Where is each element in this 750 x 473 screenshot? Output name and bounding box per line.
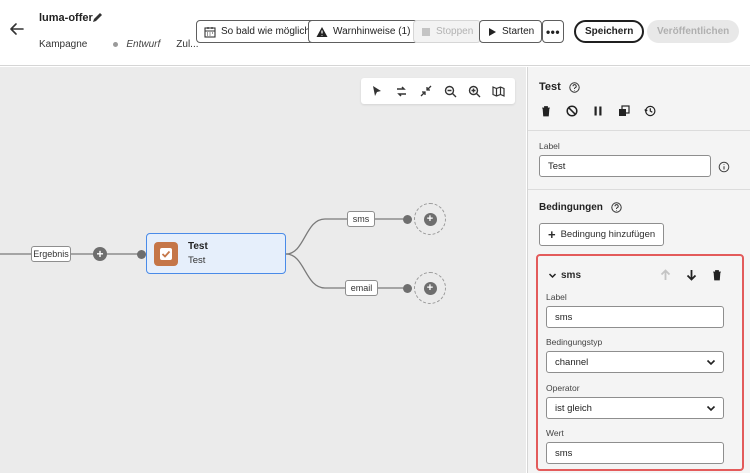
test-activity-node[interactable]: Test Test [146, 233, 286, 274]
add-activity-placeholder-sms[interactable]: + [414, 203, 446, 235]
pencil-icon[interactable] [91, 11, 104, 24]
operator-select[interactable]: ist gleich [546, 397, 724, 419]
chevron-down-icon [706, 359, 716, 366]
campaign-title: luma-offer [39, 12, 93, 24]
add-condition-label: Bedingung hinzufügen [560, 229, 656, 240]
campaign-meta-more: Zul... [176, 39, 199, 50]
campaign-meta: Kampagne Entwurf Zul... [39, 39, 199, 50]
start-button[interactable]: Starten [479, 20, 543, 43]
condition-actions [658, 268, 736, 282]
operator-caption: Operator [546, 383, 580, 393]
warnings-button[interactable]: Warnhinweise (1) [308, 20, 419, 43]
plus-icon: + [548, 227, 556, 242]
node-title: Test [188, 241, 208, 252]
condition-label-value: sms [555, 311, 573, 323]
branch-label-sms[interactable]: sms [347, 211, 375, 227]
workflow-canvas[interactable]: Ergebnis + Test Test sms email + + [0, 67, 526, 473]
checkbox-activity-icon [154, 241, 178, 266]
stop-button-label: Stoppen [436, 26, 474, 37]
condition-type-caption: Bedingungstyp [546, 337, 603, 347]
label-input[interactable]: Test [539, 155, 711, 177]
label-caption: Label [539, 141, 560, 151]
panel-title-text: Test [539, 81, 561, 93]
publish-button-label: Veröffentlichen [657, 26, 730, 37]
stop-icon [422, 27, 430, 36]
status-dot-icon [113, 42, 119, 47]
help-icon[interactable] [569, 81, 580, 93]
conditions-title-text: Bedingungen [539, 202, 603, 213]
publish-button[interactable]: Veröffentlichen [647, 20, 740, 43]
add-activity-placeholder-email[interactable]: + [414, 272, 446, 304]
panel-actions [539, 104, 669, 118]
duplicate-icon[interactable] [617, 104, 631, 118]
divider [528, 189, 750, 190]
back-arrow-icon[interactable] [8, 20, 26, 38]
play-icon [489, 27, 496, 36]
node-subtitle: Test [188, 255, 206, 266]
operator-value: ist gleich [555, 402, 592, 414]
warning-icon [316, 26, 328, 37]
top-header: luma-offer Kampagne Entwurf Zul... So ba… [0, 0, 750, 66]
start-button-label: Starten [502, 26, 535, 37]
stop-button[interactable]: Stoppen [413, 20, 482, 43]
condition-type-select[interactable]: channel [546, 351, 724, 373]
condition-card-sms: sms Label sms Bedingungstyp channel Oper… [536, 254, 744, 471]
condition-type-value: channel [555, 356, 589, 368]
conditions-title: Bedingungen [539, 202, 622, 213]
chevron-down-icon [548, 273, 557, 279]
help-icon[interactable] [611, 202, 622, 213]
ellipsis-icon: ••• [545, 24, 561, 39]
connector-arrow-icon [137, 250, 146, 259]
properties-panel: Test Label Test Bedingungen + Bedingung … [527, 67, 750, 473]
calendar-icon [204, 26, 216, 38]
save-button-label: Speichern [585, 26, 634, 37]
condition-label-caption: Label [546, 292, 567, 302]
warnings-button-label: Warnhinweise (1) [333, 26, 411, 37]
value-caption: Wert [546, 428, 564, 438]
trash-icon[interactable] [710, 268, 724, 282]
connector-arrow-icon [403, 284, 412, 293]
add-activity-plus-icon[interactable]: + [93, 247, 107, 261]
info-icon[interactable] [718, 161, 730, 173]
plus-icon: + [423, 212, 437, 226]
history-icon[interactable] [643, 104, 657, 118]
divider [528, 130, 750, 131]
plus-icon: + [423, 281, 437, 295]
more-options-button[interactable]: ••• [542, 20, 564, 43]
pause-icon[interactable] [591, 104, 605, 118]
condition-label-input[interactable]: sms [546, 306, 724, 328]
trash-icon[interactable] [539, 104, 553, 118]
campaign-status: Entwurf [126, 39, 161, 50]
condition-header[interactable]: sms [548, 270, 581, 281]
move-up-icon[interactable] [658, 268, 672, 282]
branch-label-email[interactable]: email [345, 280, 378, 296]
move-down-icon[interactable] [684, 268, 698, 282]
disable-icon[interactable] [565, 104, 579, 118]
condition-name: sms [561, 270, 582, 281]
campaign-type: Kampagne [39, 39, 88, 50]
panel-title: Test [539, 81, 580, 93]
label-input-value: Test [548, 160, 566, 172]
value-input[interactable]: sms [546, 442, 724, 464]
connector-arrow-icon [403, 215, 412, 224]
schedule-button[interactable]: So bald wie möglich [196, 20, 318, 43]
schedule-button-label: So bald wie möglich [221, 26, 310, 37]
chevron-down-icon [706, 405, 716, 412]
add-condition-button[interactable]: + Bedingung hinzufügen [539, 223, 665, 246]
save-button[interactable]: Speichern [574, 20, 645, 43]
result-connector-label[interactable]: Ergebnis [31, 246, 71, 262]
value-input-value: sms [555, 447, 573, 459]
